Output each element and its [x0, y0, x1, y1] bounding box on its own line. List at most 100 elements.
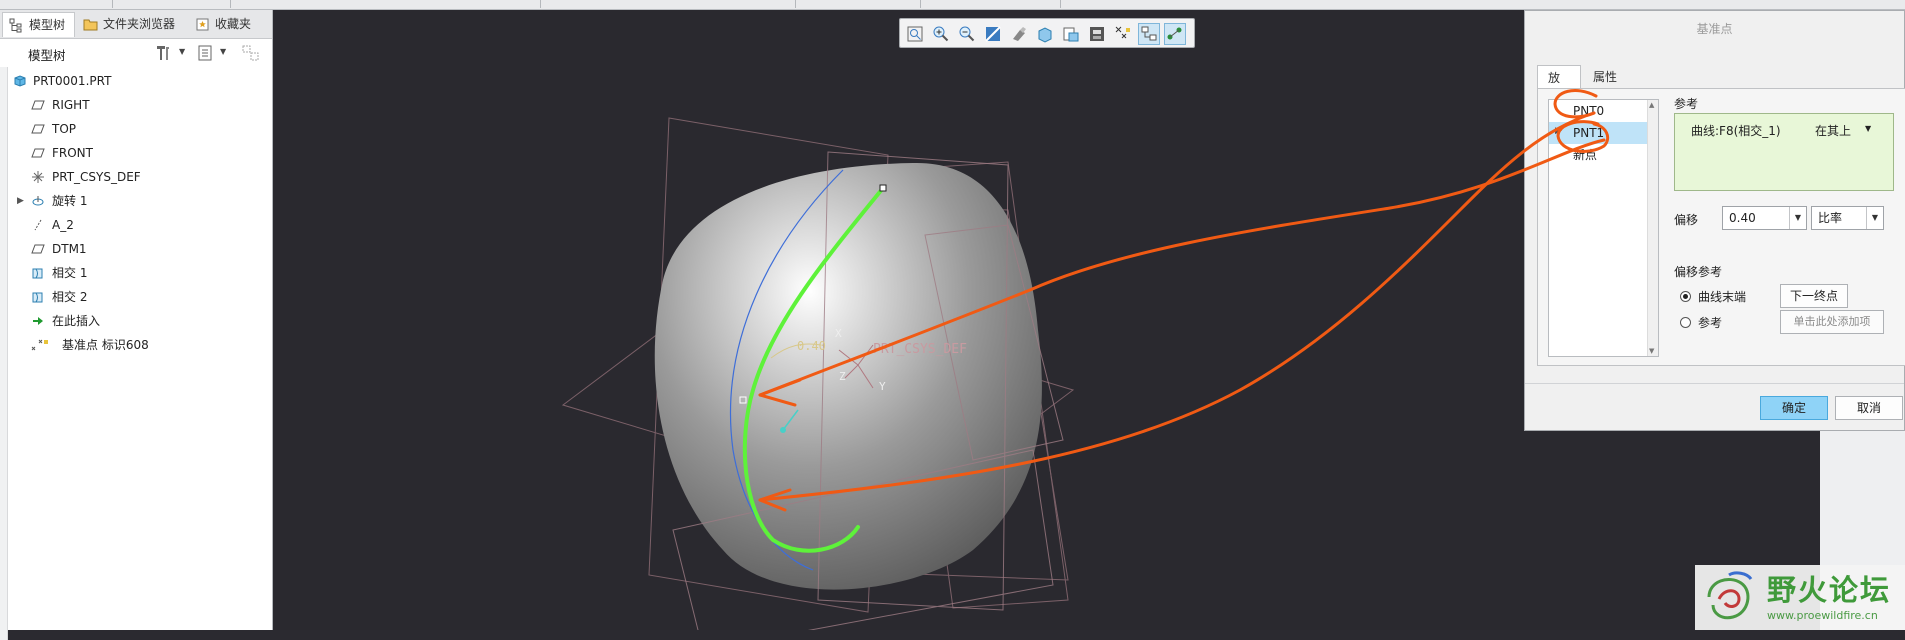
tree-item-label: 基准点 标识608 [62, 338, 149, 352]
offset-reference-label: 偏移参考 [1674, 265, 1723, 279]
section-button[interactable] [1086, 23, 1108, 45]
radio-curve-end[interactable] [1680, 291, 1691, 302]
tree-item-csys[interactable]: PRT_CSYS_DEF [0, 166, 272, 188]
axis-label-z: Z [839, 370, 846, 383]
radio-reference[interactable] [1680, 317, 1691, 328]
watermark-url: www.proewildfire.cn [1767, 609, 1878, 622]
tab-label: 模型树 [29, 18, 66, 32]
tree-item-top[interactable]: TOP [0, 118, 272, 140]
curve-end-label: 曲线末端 [1698, 290, 1747, 304]
annotation-display-button[interactable] [1164, 23, 1186, 45]
axis-label-x: X [835, 327, 842, 340]
tree-item-intersect-1[interactable]: 相交 1 [0, 262, 272, 284]
tree-item-intersect-2[interactable]: 相交 2 [0, 286, 272, 308]
tree-item-revolve[interactable]: ▶ 旋转 1 [0, 190, 272, 212]
reference-constraint[interactable]: 在其上 [1815, 122, 1851, 139]
tree-item-dtm1[interactable]: DTM1 [0, 238, 272, 260]
tab-model-tree[interactable]: 模型树 [2, 12, 75, 37]
datum-plane-icon [31, 124, 45, 134]
zoom-in-button[interactable] [930, 23, 952, 45]
spin-center-button[interactable] [1138, 23, 1160, 45]
refit-button[interactable] [904, 23, 926, 45]
view-manager-icon [1063, 27, 1079, 42]
ok-button[interactable]: 确定 [1760, 396, 1828, 420]
point-item-pnt1[interactable]: PNT1 [1549, 122, 1649, 144]
tree-item-label: 在此插入 [52, 314, 101, 328]
repaint-button[interactable] [982, 23, 1004, 45]
tree-item-label: 旋转 1 [52, 194, 88, 208]
tab-placement[interactable]: 放置 [1537, 65, 1581, 109]
point-item-new[interactable]: 新点 [1549, 144, 1649, 166]
folder-browser-icon [83, 19, 98, 31]
favorites-icon [196, 18, 209, 31]
model-tree-panel: 模型树 文件夹浏览器 收藏夹 模型树 ▼ ▼ PRT0001.PRT RIGHT… [0, 10, 273, 640]
reference-value: 曲线:F8(相交_1) [1691, 124, 1781, 138]
intersect-icon [32, 292, 43, 303]
tab-label: 收藏夹 [215, 17, 252, 31]
tree-item-right[interactable]: RIGHT [0, 94, 272, 116]
forum-watermark: 野火论坛 www.proewildfire.cn [1695, 565, 1905, 630]
tree-item-label: 相交 2 [52, 290, 88, 304]
panel-tabs: 模型树 文件夹浏览器 收藏夹 [0, 10, 272, 39]
tree-item-axis[interactable]: A_2 [0, 214, 272, 236]
datum-plane-icon [31, 244, 45, 254]
tab-properties[interactable]: 属性 [1583, 65, 1627, 89]
offset-dimension-label: 0.40 [797, 339, 826, 353]
tree-columns-icon[interactable] [242, 44, 260, 62]
datum-point-icon [31, 339, 48, 351]
offset-type: 比率 [1818, 211, 1843, 225]
chevron-down-icon[interactable]: ▼ [1865, 124, 1871, 133]
next-endpoint-button[interactable]: 下一终点 [1780, 284, 1848, 308]
watermark-logo-icon [1707, 571, 1753, 620]
model-tree-icon [9, 18, 22, 33]
dialog-divider [1525, 383, 1904, 384]
tree-filter-icon[interactable] [197, 44, 213, 62]
datum-display-button[interactable] [1112, 23, 1134, 45]
reference-collector[interactable]: 曲线:F8(相交_1) 在其上 ▼ [1674, 113, 1894, 191]
tab-label: 文件夹浏览器 [103, 17, 176, 31]
zoom-out-icon [959, 26, 975, 42]
offset-value-input[interactable]: 0.40 ▼ [1722, 206, 1807, 230]
point-list: PNT0 PNT1 ▶ 新点 ▲ ▼ [1548, 99, 1659, 357]
tree-settings-icon[interactable] [154, 44, 172, 62]
datum-plane-icon [31, 148, 45, 158]
watermark-title: 野火论坛 [1767, 573, 1892, 607]
axis-label-y: Y [879, 380, 886, 393]
tab-favorites[interactable]: 收藏夹 [189, 12, 262, 37]
offset-type-select[interactable]: 比率 ▼ [1811, 206, 1884, 230]
point-item-pnt0[interactable]: PNT0 [1549, 100, 1649, 122]
saved-views-button[interactable] [1034, 23, 1056, 45]
ribbon-strip [0, 0, 1905, 10]
zoom-out-button[interactable] [956, 23, 978, 45]
add-reference-collector[interactable]: 单击此处添加项 [1780, 310, 1884, 334]
view-manager-button[interactable] [1060, 23, 1082, 45]
intersect-icon [32, 268, 43, 279]
chevron-down-icon[interactable]: ▼ [1789, 207, 1806, 229]
tree-item-label: RIGHT [52, 98, 90, 112]
section-icon [1090, 27, 1104, 41]
insert-here-icon [33, 317, 43, 325]
tree-item-datum-point[interactable]: 基准点 标识608 [0, 334, 272, 356]
repaint-icon [985, 26, 1001, 42]
csys-icon [32, 171, 44, 183]
tree-item-part[interactable]: PRT0001.PRT [0, 70, 272, 92]
chevron-down-icon[interactable]: ▼ [220, 47, 226, 56]
saved-views-icon [1038, 27, 1052, 43]
chevron-down-icon[interactable]: ▼ [1866, 207, 1883, 229]
expand-arrow-icon[interactable]: ▶ [17, 190, 24, 212]
scroll-up-icon[interactable]: ▲ [1649, 101, 1654, 109]
display-style-button[interactable] [1008, 23, 1030, 45]
cancel-button[interactable]: 取消 [1835, 396, 1903, 420]
datum-point-dialog: 基准点 放置 属性 PNT0 PNT1 ▶ 新点 ▲ ▼ 参考 曲线:F8(相交… [1524, 10, 1905, 431]
datum-axis-icon [34, 219, 42, 231]
tab-folder-browser[interactable]: 文件夹浏览器 [77, 12, 187, 37]
display-style-icon [1013, 27, 1026, 41]
scroll-down-icon[interactable]: ▼ [1649, 347, 1654, 355]
list-scrollbar[interactable]: ▲ ▼ [1647, 100, 1658, 356]
view-toolbar [899, 18, 1195, 48]
tree-item-front[interactable]: FRONT [0, 142, 272, 164]
tree-item-insert-here[interactable]: 在此插入 [0, 310, 272, 332]
tree-title: 模型树 [28, 48, 66, 63]
tree-header: 模型树 ▼ ▼ [0, 39, 272, 67]
chevron-down-icon[interactable]: ▼ [179, 47, 185, 56]
